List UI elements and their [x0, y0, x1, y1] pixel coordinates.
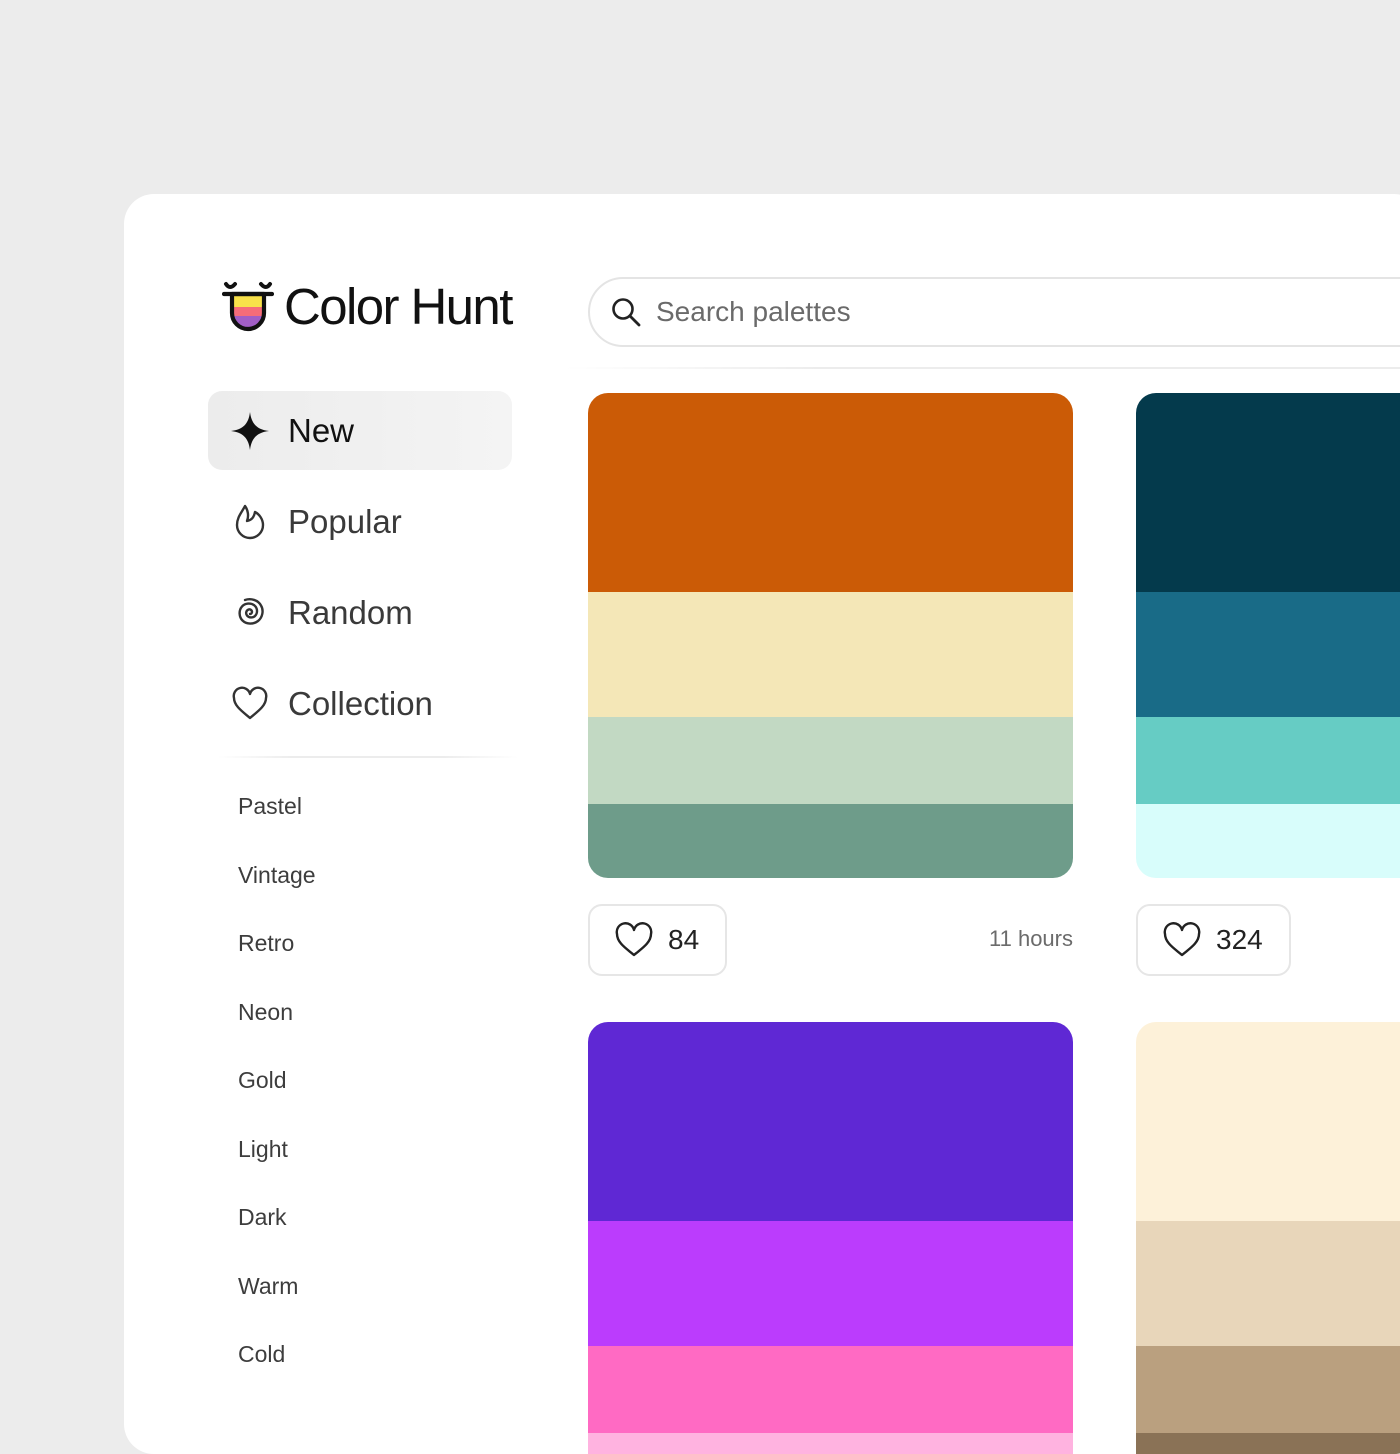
like-button[interactable]: 84: [588, 904, 728, 976]
tag-pastel[interactable]: Pastel: [238, 784, 316, 853]
heart-icon: [232, 686, 268, 719]
palette-color-3[interactable]: [588, 717, 1073, 804]
palette-color-2[interactable]: [588, 1221, 1073, 1346]
palette-time: 11 hours: [989, 926, 1073, 951]
app-window: Color Hunt New Popular Random: [124, 194, 1400, 1454]
palette-card[interactable]: [588, 393, 1073, 878]
heart-icon: [615, 922, 653, 957]
tag-cold[interactable]: Cold: [238, 1332, 316, 1401]
nav-label-new: New: [288, 411, 355, 449]
palette-color-1[interactable]: [588, 393, 1073, 592]
like-count: 84: [668, 924, 700, 955]
tag-dark[interactable]: Dark: [238, 1195, 316, 1264]
nav-item-random[interactable]: Random: [208, 573, 512, 652]
palette-color-3[interactable]: [1136, 1346, 1400, 1433]
flame-icon: [235, 504, 265, 539]
palette-color-3[interactable]: [1136, 717, 1400, 804]
nav-label-popular: Popular: [288, 502, 402, 540]
palette-card[interactable]: [588, 1022, 1073, 1454]
brand-name: Color Hunt: [284, 277, 513, 335]
nav-item-new[interactable]: New: [208, 391, 512, 470]
tag-gold[interactable]: Gold: [238, 1058, 316, 1127]
search-bar[interactable]: [588, 277, 1400, 347]
palette-color-4[interactable]: [1136, 1433, 1400, 1454]
sparkle-icon: [231, 411, 269, 450]
logo-mark-icon: [222, 282, 274, 332]
header-divider: [564, 367, 1400, 369]
nav-item-collection[interactable]: Collection: [208, 664, 512, 743]
palette-color-1[interactable]: [1136, 393, 1400, 592]
nav-item-popular[interactable]: Popular: [208, 482, 512, 561]
tag-warm[interactable]: Warm: [238, 1264, 316, 1333]
palette-color-2[interactable]: [1136, 592, 1400, 717]
search-icon: [612, 298, 641, 327]
like-count: 324: [1216, 924, 1263, 955]
heart-icon: [1163, 922, 1201, 957]
palette-color-2[interactable]: [1136, 1221, 1400, 1346]
palette-color-2[interactable]: [588, 592, 1073, 717]
palette-footer: 324: [1136, 904, 1400, 976]
tag-light[interactable]: Light: [238, 1127, 316, 1196]
palette-color-1[interactable]: [1136, 1022, 1400, 1221]
tag-list: Pastel Vintage Retro Neon Gold Light Dar…: [238, 784, 316, 1401]
palette-color-4[interactable]: [588, 804, 1073, 878]
sidebar-divider: [218, 756, 518, 758]
palette-footer: 84 11 hours: [588, 904, 1073, 976]
palette-color-3[interactable]: [588, 1346, 1073, 1433]
palette-color-1[interactable]: [588, 1022, 1073, 1221]
like-button[interactable]: 324: [1136, 904, 1291, 976]
nav-label-random: Random: [288, 593, 413, 631]
spiral-icon: [238, 597, 264, 625]
palette-card[interactable]: [1136, 1022, 1400, 1454]
sidebar-nav: New Popular Random Collection: [208, 391, 512, 755]
tag-vintage[interactable]: Vintage: [238, 853, 316, 922]
search-input[interactable]: [654, 295, 1258, 329]
logo[interactable]: Color Hunt: [222, 276, 513, 336]
palette-card[interactable]: [1136, 393, 1400, 878]
tag-neon[interactable]: Neon: [238, 990, 316, 1059]
nav-label-collection: Collection: [288, 684, 433, 722]
palette-color-4[interactable]: [1136, 804, 1400, 878]
tag-retro[interactable]: Retro: [238, 921, 316, 990]
palette-color-4[interactable]: [588, 1433, 1073, 1454]
